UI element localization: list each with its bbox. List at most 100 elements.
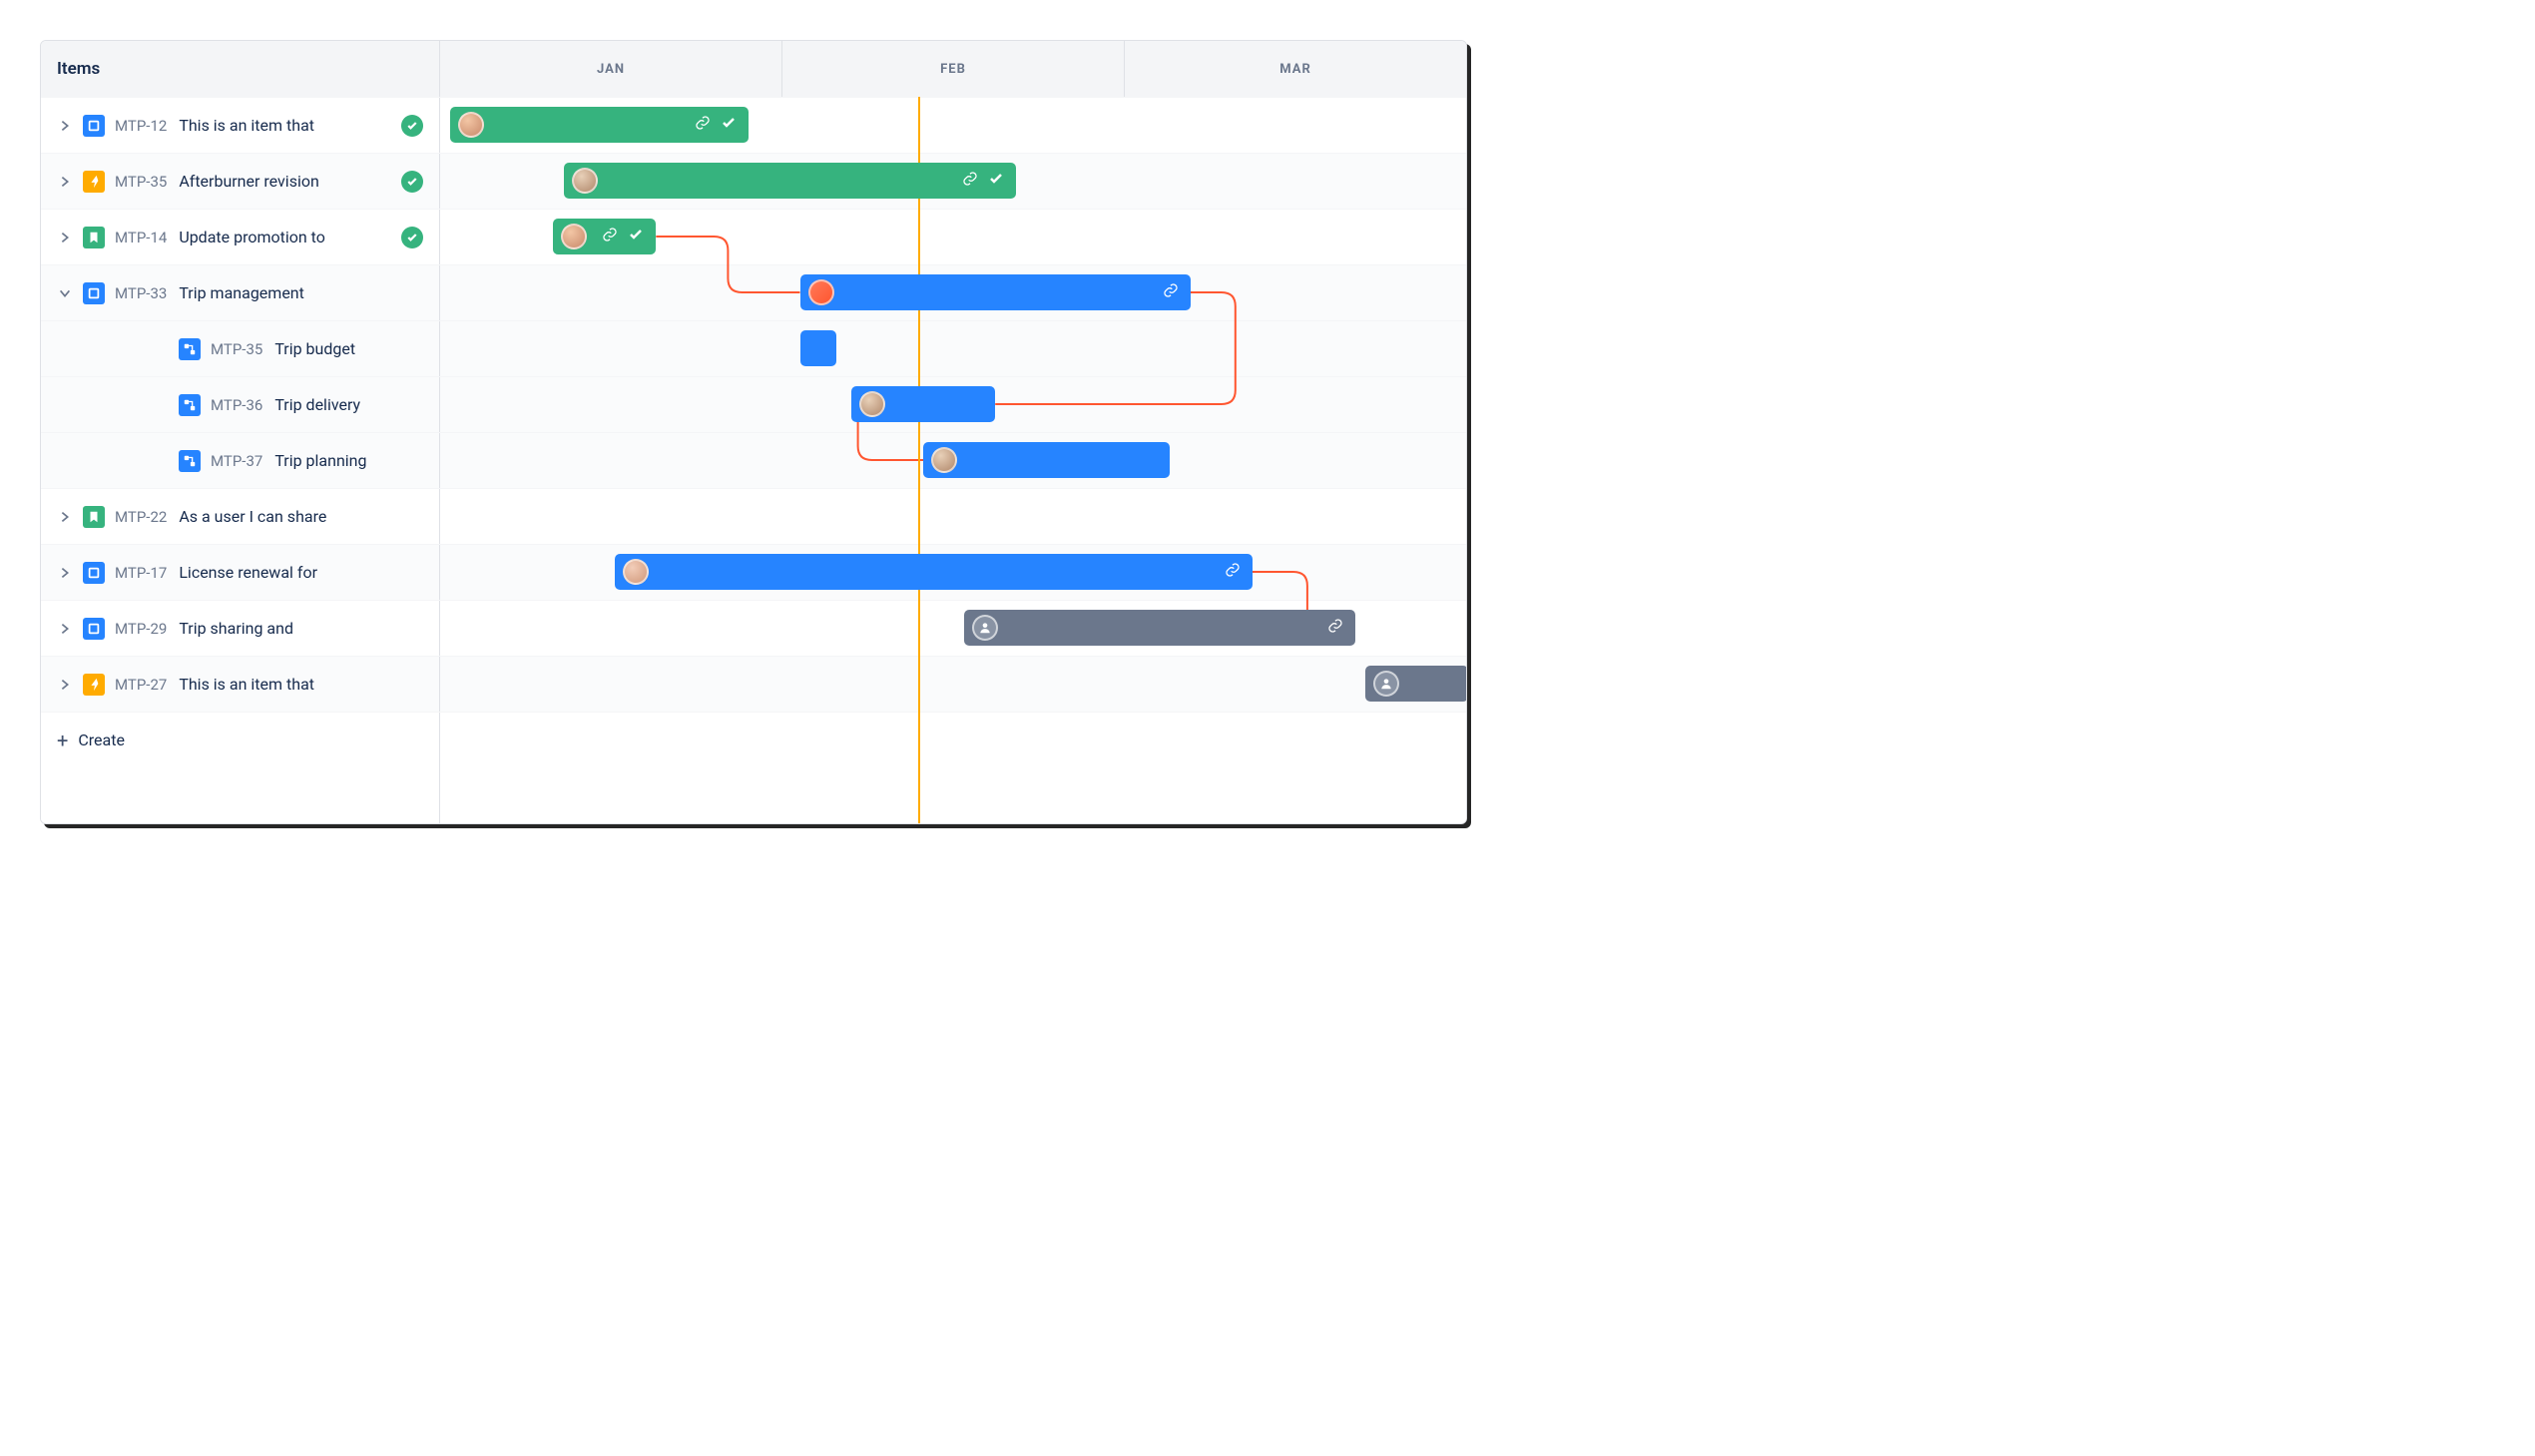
create-button[interactable]: + Create — [41, 713, 440, 767]
expand-icon[interactable] — [57, 565, 73, 581]
spacer-row — [41, 767, 1466, 823]
month-header-feb: FEB — [781, 41, 1124, 97]
expand-icon[interactable] — [57, 118, 73, 134]
assignee-avatar — [859, 391, 885, 417]
assignee-avatar — [458, 112, 484, 138]
done-icon — [401, 115, 423, 137]
timeline-bar[interactable] — [1365, 666, 1467, 702]
issue-key: MTP-29 — [115, 620, 167, 638]
done-icon — [401, 227, 423, 248]
expand-icon[interactable] — [57, 285, 73, 301]
expand-icon[interactable] — [57, 509, 73, 525]
issue-key: MTP-35 — [211, 340, 262, 358]
link-icon[interactable] — [602, 227, 618, 246]
timeline-cell — [440, 713, 1466, 767]
assignee-avatar — [623, 559, 649, 585]
issue-cell[interactable]: MTP-33 Trip management — [41, 265, 440, 320]
check-icon — [721, 115, 737, 135]
issue-cell[interactable]: MTP-29 Trip sharing and — [41, 601, 440, 656]
check-icon — [628, 227, 644, 246]
create-row[interactable]: + Create — [41, 712, 1466, 767]
timeline-cell[interactable] — [440, 321, 1466, 376]
month-header-jan: JAN — [440, 41, 781, 97]
issue-row[interactable]: MTP-33 Trip management — [41, 264, 1466, 320]
issue-key: MTP-17 — [115, 564, 167, 582]
assignee-avatar — [808, 279, 834, 305]
issue-title: Trip sharing and — [179, 619, 423, 638]
issue-cell[interactable]: MTP-14 Update promotion to — [41, 210, 440, 264]
expand-icon[interactable] — [57, 621, 73, 637]
issue-row[interactable]: MTP-35 Trip budget — [41, 320, 1466, 376]
done-icon — [401, 171, 423, 193]
issue-cell[interactable]: MTP-35 Afterburner revision — [41, 154, 440, 209]
link-icon[interactable] — [695, 115, 711, 135]
issue-title: As a user I can share — [179, 507, 423, 526]
timeline-container: Items JANFEBMAR MTP-12 This is an item t… — [40, 40, 1467, 824]
link-icon[interactable] — [962, 171, 978, 191]
expand-icon[interactable] — [57, 230, 73, 245]
issue-cell[interactable]: MTP-17 License renewal for — [41, 545, 440, 600]
timeline-body: Items JANFEBMAR MTP-12 This is an item t… — [41, 41, 1466, 823]
unassigned-avatar — [972, 615, 998, 641]
issue-type-icon — [83, 562, 105, 584]
issue-type-icon — [83, 506, 105, 528]
assignee-avatar — [572, 168, 598, 194]
issue-key: MTP-33 — [115, 284, 167, 302]
issue-type-icon — [83, 618, 105, 640]
expand-icon[interactable] — [57, 174, 73, 190]
issue-type-icon — [179, 450, 201, 472]
timeline-bar[interactable] — [800, 330, 836, 366]
issue-row[interactable]: MTP-27 This is an item that — [41, 656, 1466, 712]
month-header-mar: MAR — [1124, 41, 1466, 97]
issue-title: Trip planning — [274, 451, 423, 470]
issue-type-icon — [83, 171, 105, 193]
create-label: Create — [78, 730, 125, 749]
unassigned-avatar — [1373, 671, 1399, 697]
link-icon[interactable] — [1327, 618, 1343, 638]
issue-row[interactable]: MTP-12 This is an item that — [41, 97, 1466, 153]
timeline-bar[interactable] — [923, 442, 1170, 478]
issue-row[interactable]: MTP-36 Trip delivery — [41, 376, 1466, 432]
timeline-cell[interactable] — [440, 657, 1466, 712]
issue-cell[interactable]: MTP-36 Trip delivery — [41, 377, 440, 432]
issue-title: Update promotion to — [179, 228, 393, 246]
assignee-avatar — [931, 447, 957, 473]
issue-title: License renewal for — [179, 563, 423, 582]
issue-cell[interactable]: MTP-12 This is an item that — [41, 98, 440, 153]
issue-cell[interactable]: MTP-22 As a user I can share — [41, 489, 440, 544]
issue-key: MTP-12 — [115, 117, 167, 135]
link-icon[interactable] — [1163, 282, 1179, 302]
check-icon — [988, 171, 1004, 191]
issue-type-icon — [83, 115, 105, 137]
issue-key: MTP-14 — [115, 229, 167, 246]
issue-cell[interactable]: MTP-27 This is an item that — [41, 657, 440, 712]
issue-title: This is an item that — [179, 116, 393, 135]
issue-cell[interactable]: MTP-37 Trip planning — [41, 433, 440, 488]
timeline-bar[interactable] — [615, 554, 1253, 590]
header-row: Items JANFEBMAR — [41, 41, 1466, 97]
issue-key: MTP-27 — [115, 676, 167, 694]
timeline-bar[interactable] — [450, 107, 749, 143]
issue-key: MTP-22 — [115, 508, 167, 526]
issue-type-icon — [83, 674, 105, 696]
assignee-avatar — [561, 224, 587, 249]
expand-icon[interactable] — [57, 677, 73, 693]
issue-title: Trip budget — [274, 339, 423, 358]
link-icon[interactable] — [1225, 562, 1241, 582]
issue-type-icon — [179, 394, 201, 416]
timeline-bar[interactable] — [851, 386, 995, 422]
issue-type-icon — [179, 338, 201, 360]
issue-key: MTP-37 — [211, 452, 262, 470]
issue-row[interactable]: MTP-14 Update promotion to — [41, 209, 1466, 264]
timeline-bar[interactable] — [553, 219, 656, 254]
timeline-bar[interactable] — [964, 610, 1354, 646]
issue-title: Afterburner revision — [179, 172, 393, 191]
months-header: JANFEBMAR — [440, 41, 1466, 97]
timeline-bar[interactable] — [800, 274, 1191, 310]
issue-cell[interactable]: MTP-35 Trip budget — [41, 321, 440, 376]
issue-row[interactable]: MTP-22 As a user I can share — [41, 488, 1466, 544]
issue-row[interactable]: MTP-37 Trip planning — [41, 432, 1466, 488]
issue-key: MTP-36 — [211, 396, 262, 414]
timeline-bar[interactable] — [564, 163, 1016, 199]
timeline-cell[interactable] — [440, 489, 1466, 544]
